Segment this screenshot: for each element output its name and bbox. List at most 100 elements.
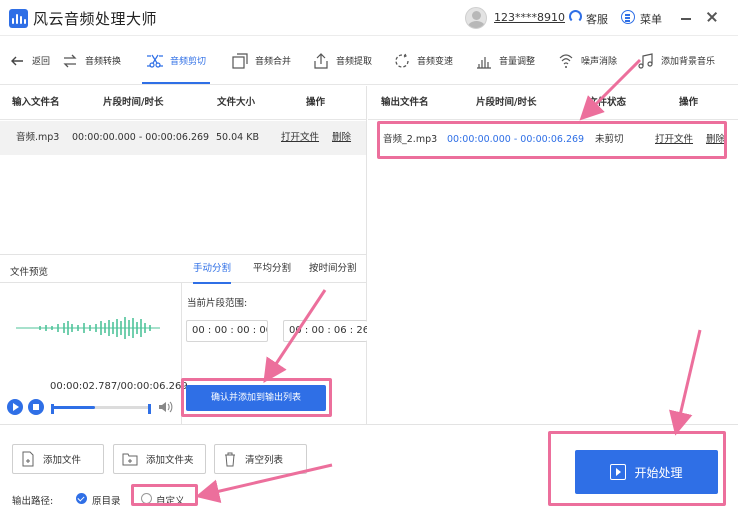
clear-list-button[interactable]: 清空列表 (214, 444, 307, 474)
tool-label: 音频合并 (255, 57, 292, 67)
column-header: 文件状态 (588, 97, 627, 108)
tool-label: 音频转换 (85, 57, 122, 67)
back-button[interactable]: 返回 (8, 37, 50, 84)
toolbar: 返回 音频转换 音频剪切 音频合并 音频提取 音频变速 音量调整 噪声消除 添加… (0, 37, 738, 85)
tool-audio-extract[interactable]: 音频提取 (312, 37, 372, 84)
end-time-input[interactable]: 00 : 00 : 06 : 269 (283, 320, 367, 342)
tool-volume-adjust[interactable]: 音量调整 (475, 37, 535, 84)
confirm-add-button[interactable]: 确认并添加到输出列表 (186, 385, 326, 411)
tool-add-bgm[interactable]: 添加背景音乐 (637, 37, 715, 84)
input-segment: 00:00:00.000 - 00:00:06.269 (72, 132, 210, 143)
add-folder-icon (122, 453, 138, 466)
table-row[interactable]: 音频.mp3 00:00:00.000 - 00:00:06.269 50.04… (0, 121, 366, 155)
trash-icon (225, 452, 235, 467)
minimize-button[interactable] (679, 11, 693, 25)
column-header: 输出文件名 (381, 97, 429, 108)
clear-list-label: 清空列表 (245, 455, 284, 466)
add-folder-label: 添加文件夹 (146, 455, 194, 466)
convert-icon (63, 54, 77, 67)
output-table-header: 输出文件名 片段时间/时长 文件状态 操作 (368, 86, 738, 120)
open-file-link[interactable]: 打开文件 (655, 123, 693, 157)
tool-label: 音频剪切 (170, 57, 207, 67)
input-file-table: 输入文件名 片段时间/时长 文件大小 操作 音频.mp3 00:00:00.00… (0, 86, 367, 254)
add-file-label: 添加文件 (43, 455, 82, 466)
tool-label: 音量调整 (499, 57, 536, 67)
output-path-label: 输出路径: (12, 496, 54, 507)
start-time-input[interactable]: 00 : 00 : 00 : 000 (186, 320, 268, 342)
column-header: 操作 (679, 97, 699, 108)
tool-label: 添加背景音乐 (661, 57, 716, 67)
preview-header: 文件预览 (0, 255, 182, 283)
radio-original-dir[interactable] (76, 493, 87, 504)
tool-audio-cut[interactable]: 音频剪切 (141, 37, 211, 84)
close-button[interactable] (705, 10, 719, 24)
tool-label: 音频提取 (336, 57, 373, 67)
add-file-button[interactable]: 添加文件 (12, 444, 104, 474)
title-bar: 风云音频处理大师 123****8910 客服 菜单 (0, 0, 738, 36)
tool-audio-convert[interactable]: 音频转换 (61, 37, 121, 84)
radio-custom-dir[interactable] (141, 493, 152, 504)
input-table-header: 输入文件名 片段时间/时长 文件大小 操作 (0, 86, 366, 120)
waveform[interactable] (0, 283, 182, 371)
menu-icon[interactable] (621, 10, 635, 24)
extract-icon (314, 52, 328, 69)
menu-button[interactable]: 菜单 (640, 11, 662, 27)
merge-icon (232, 52, 248, 69)
start-processing-button[interactable]: 开始处理 (575, 450, 718, 494)
preview-panel: 文件预览 00:00:02.787/00:00:06.269 手动分割 平均分割… (0, 254, 367, 425)
column-header: 文件大小 (217, 97, 256, 108)
progress-slider[interactable] (52, 406, 150, 409)
audio-player: 00:00:02.787/00:00:06.269 (0, 371, 188, 425)
add-folder-button[interactable]: 添加文件夹 (113, 444, 206, 474)
tab-average-split[interactable]: 平均分割 (253, 255, 291, 283)
input-filename: 音频.mp3 (16, 132, 60, 143)
column-header: 片段时间/时长 (476, 97, 537, 108)
delete-link[interactable]: 删除 (332, 121, 351, 155)
custom-dir-label[interactable]: 自定义 (156, 493, 185, 507)
output-segment: 00:00:00.000 - 00:00:06.269 (447, 134, 585, 145)
waveform-graphic (16, 317, 160, 339)
tool-label: 噪声消除 (581, 57, 618, 67)
app-logo-icon (9, 9, 28, 28)
column-header: 操作 (306, 97, 326, 108)
range-handle-start[interactable] (51, 404, 54, 414)
bottom-bar: 添加文件 添加文件夹 清空列表 输出路径: 原目录 自定义 开始处理 (0, 424, 738, 526)
preview-title: 文件预览 (10, 267, 49, 278)
back-label: 返回 (32, 57, 51, 67)
add-file-icon (22, 451, 34, 467)
output-status: 未剪切 (595, 134, 624, 145)
tool-noise-removal[interactable]: 噪声消除 (557, 37, 617, 84)
column-header: 片段时间/时长 (103, 97, 164, 108)
range-label: 当前片段范围: (187, 298, 248, 309)
arrow-left-icon (11, 56, 23, 65)
playback-time: 00:00:02.787/00:00:06.269 (50, 381, 188, 392)
support-button[interactable]: 客服 (586, 11, 608, 27)
table-row[interactable]: 音频_2.mp3 00:00:00.000 - 00:00:06.269 未剪切… (368, 123, 738, 157)
delete-link[interactable]: 删除 (706, 123, 725, 157)
username-link[interactable]: 123****8910 (494, 11, 565, 24)
output-file-table: 输出文件名 片段时间/时长 文件状态 操作 音频_2.mp3 00:00:00.… (368, 86, 738, 424)
headset-icon[interactable] (569, 10, 582, 23)
original-dir-label[interactable]: 原目录 (92, 493, 121, 507)
stop-button[interactable] (28, 399, 44, 415)
scissors-icon (147, 54, 163, 68)
tool-label: 音频变速 (417, 57, 454, 67)
input-file-size: 50.04 KB (216, 132, 259, 143)
tab-time-split[interactable]: 按时间分割 (309, 255, 357, 283)
volume-icon[interactable] (157, 400, 173, 414)
tab-manual-split[interactable]: 手动分割 (193, 255, 232, 284)
tool-audio-speed[interactable]: 音频变速 (393, 37, 453, 84)
app-title: 风云音频处理大师 (33, 10, 158, 28)
progress-fill (52, 406, 96, 409)
play-box-icon (610, 464, 627, 480)
start-label: 开始处理 (634, 465, 683, 480)
range-handle-end[interactable] (148, 404, 151, 414)
volume-bars-icon (477, 56, 491, 69)
noise-icon (559, 53, 573, 68)
music-note-icon (638, 52, 653, 69)
avatar[interactable] (465, 7, 487, 29)
speed-icon (395, 53, 409, 68)
open-file-link[interactable]: 打开文件 (281, 121, 319, 155)
tool-audio-merge[interactable]: 音频合并 (231, 37, 291, 84)
play-button[interactable] (7, 399, 23, 415)
